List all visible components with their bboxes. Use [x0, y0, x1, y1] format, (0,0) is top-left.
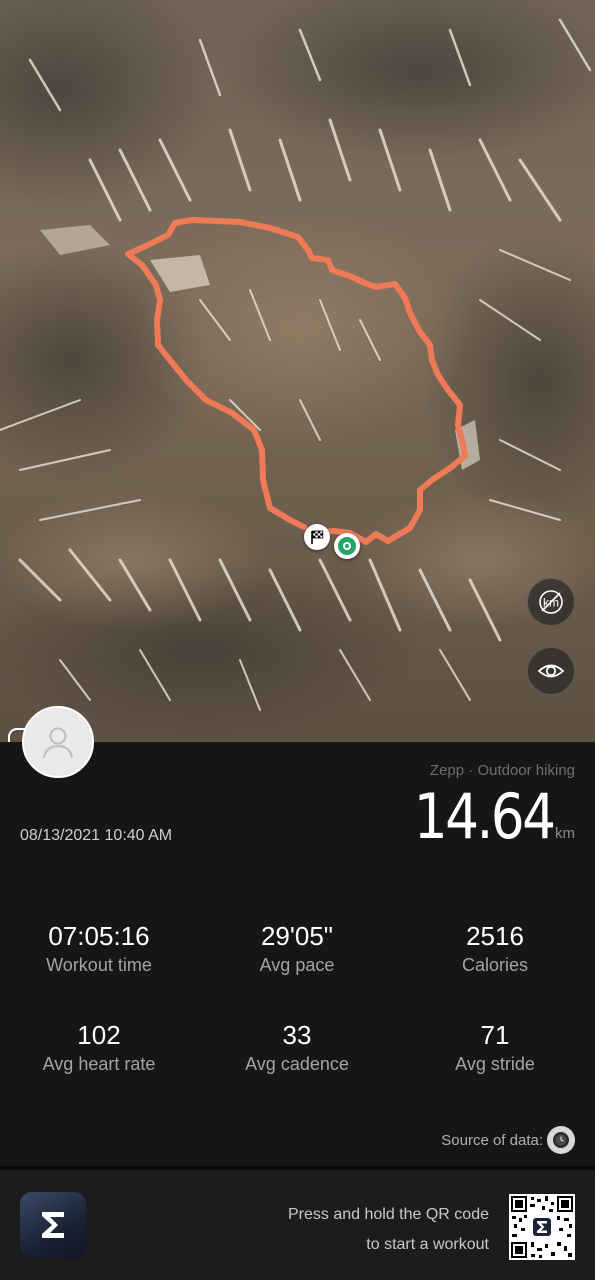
km-off-icon: km — [539, 590, 563, 614]
user-avatar[interactable] — [22, 706, 94, 778]
distance-value: 14.64 — [413, 780, 555, 853]
stat-label: Avg heart rate — [42, 1054, 156, 1074]
stat-label: Workout time — [46, 955, 152, 975]
stat-label: Avg cadence — [245, 1054, 349, 1074]
stat-avg-stride: 71 Avg stride — [396, 1019, 594, 1077]
stat-value: 33 — [282, 1020, 312, 1050]
stat-value: 71 — [480, 1020, 510, 1050]
promo-text: Press and hold the QR code to start a wo… — [288, 1200, 489, 1260]
satellite-terrain — [0, 0, 595, 742]
eye-icon — [537, 664, 565, 678]
start-flag-marker — [304, 524, 330, 550]
workout-summary-panel: Zepp · Outdoor hiking 14.64 km 08/13/202… — [0, 742, 595, 1166]
visibility-toggle-button[interactable] — [527, 647, 575, 695]
promo-footer: Press and hold the QR code to start a wo… — [0, 1166, 595, 1280]
route-map[interactable]: km — [0, 0, 595, 742]
data-source: Source of data: — [441, 1126, 575, 1154]
total-distance: 14.64 km — [391, 780, 575, 853]
end-point-icon — [338, 537, 356, 555]
workout-datetime: 08/13/2021 10:40 AM — [20, 827, 173, 844]
stat-avg-pace: 29'05" Avg pace — [198, 920, 396, 978]
promo-line-1: Press and hold the QR code — [287, 1206, 489, 1223]
stat-workout-time: 07:05:16 Workout time — [0, 920, 198, 978]
stat-value: 07:05:16 — [48, 921, 150, 951]
stat-label: Avg pace — [259, 955, 335, 975]
stat-value: 2516 — [466, 921, 524, 951]
checkered-flag-icon — [311, 530, 324, 544]
stat-avg-heart-rate: 102 Avg heart rate — [0, 1019, 198, 1077]
end-point-marker — [334, 533, 360, 559]
stat-value: 29'05" — [260, 921, 334, 951]
qr-code-icon[interactable] — [509, 1194, 575, 1260]
stat-label: Avg stride — [455, 1054, 535, 1074]
distance-unit: km — [555, 825, 575, 842]
watch-icon[interactable] — [547, 1126, 575, 1154]
stat-value: 102 — [77, 1020, 121, 1050]
workout-source-type: Zepp · Outdoor hiking — [429, 762, 575, 779]
person-icon — [43, 727, 73, 759]
km-markers-toggle-button[interactable]: km — [527, 578, 575, 626]
promo-line-2: to start a workout — [366, 1236, 489, 1253]
stat-calories: 2516 Calories — [396, 920, 594, 978]
stat-avg-cadence: 33 Avg cadence — [198, 1019, 396, 1077]
zepp-logo-icon — [20, 1192, 86, 1258]
data-source-label: Source of data: — [441, 1131, 543, 1149]
stat-label: Calories — [461, 955, 529, 975]
